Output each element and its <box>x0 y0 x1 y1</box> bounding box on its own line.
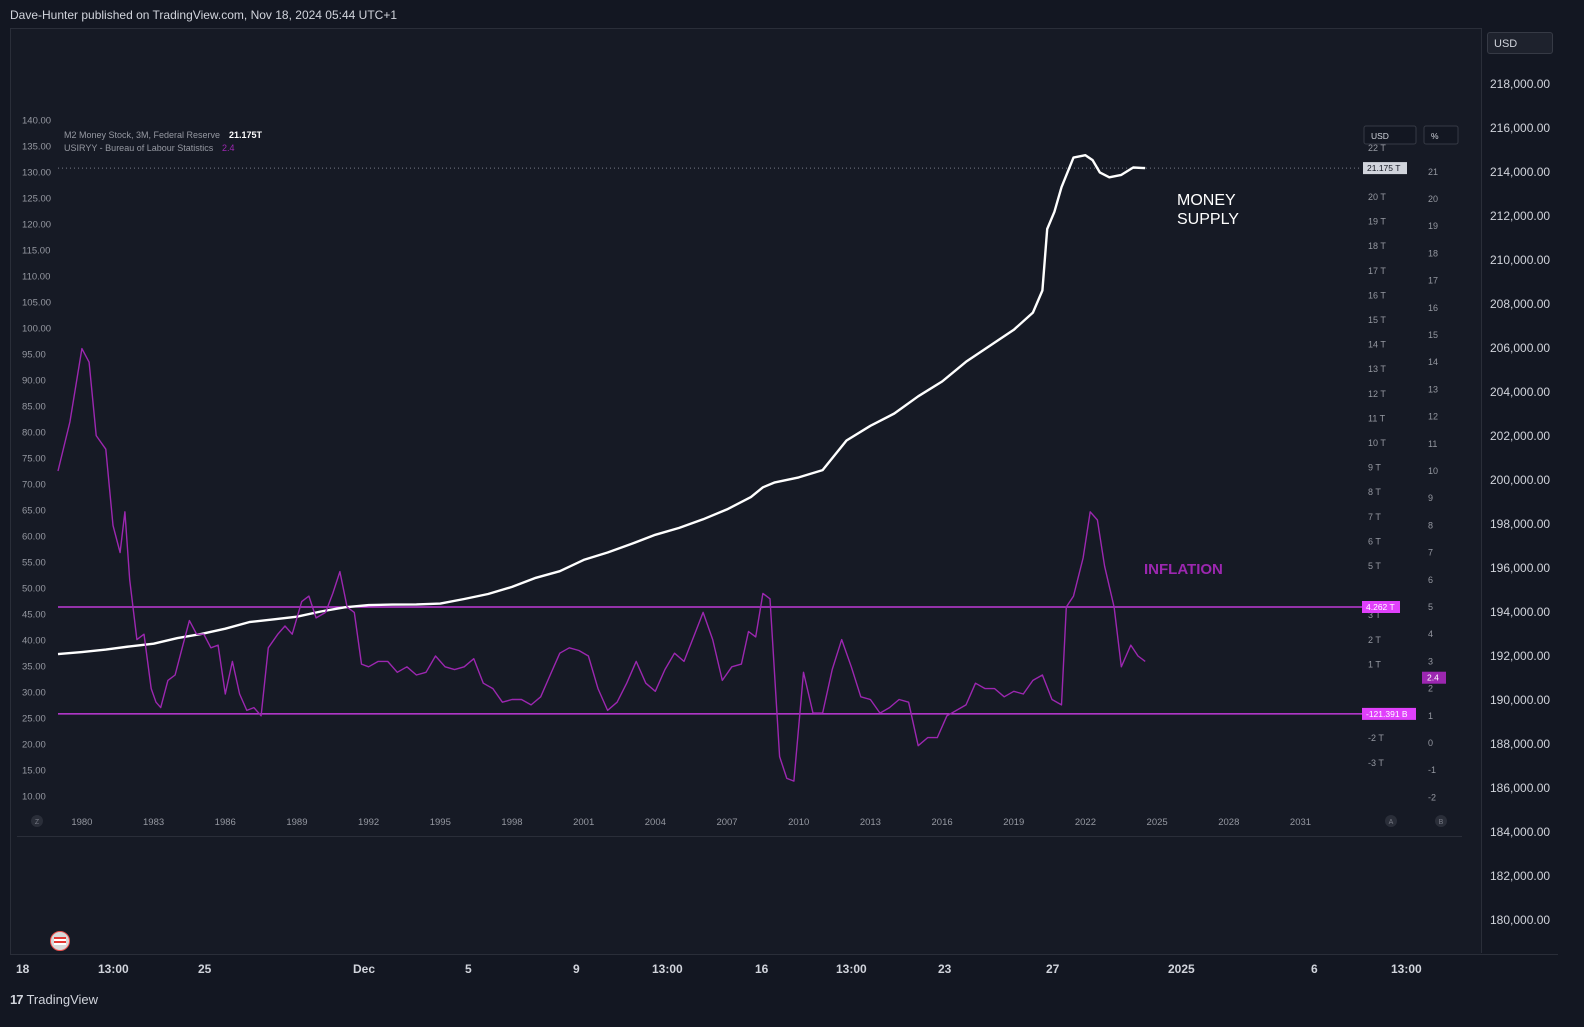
outer-price-label: 204,000.00 <box>1490 385 1551 399</box>
outer-time-tick: 27 <box>1046 962 1060 976</box>
outer-price-label: 180,000.00 <box>1490 913 1551 927</box>
outer-time-tick: 16 <box>755 962 769 976</box>
publisher-line: Dave-Hunter published on TradingView.com… <box>10 8 398 22</box>
outer-time-tick: 23 <box>938 962 952 976</box>
outer-price-label: 192,000.00 <box>1490 649 1551 663</box>
outer-time-tick: 2025 <box>1168 962 1195 976</box>
embedded-chart-image <box>17 121 1462 831</box>
outer-price-label: 188,000.00 <box>1490 737 1551 751</box>
outer-time-tick: 13:00 <box>98 962 129 976</box>
brand-name: TradingView <box>26 992 99 1007</box>
outer-price-label: 208,000.00 <box>1490 297 1551 311</box>
outer-time-tick: 6 <box>1311 962 1318 976</box>
outer-time-axis[interactable]: 18 13:00 25 Dec 5 9 13:00 16 13:00 23 27 2025 6 13:00 <box>10 954 1558 982</box>
outer-price-label: 218,000.00 <box>1490 77 1551 91</box>
outer-price-label: 182,000.00 <box>1490 869 1551 883</box>
outer-price-label: 214,000.00 <box>1490 165 1551 179</box>
footer: 17 TradingView <box>0 982 1584 1027</box>
publisher-bar: Dave-Hunter published on TradingView.com… <box>0 0 1584 28</box>
outer-price-label: 216,000.00 <box>1490 121 1551 135</box>
tradingview-logo-icon: 17 <box>10 992 24 1007</box>
outer-time-tick: Dec <box>353 962 376 976</box>
outer-time-tick: 13:00 <box>1391 962 1422 976</box>
outer-price-label: 190,000.00 <box>1490 693 1551 707</box>
tradingview-brand[interactable]: 17 TradingView <box>10 992 98 1007</box>
currency-button[interactable]: USD <box>1487 32 1553 54</box>
outer-price-label: 200,000.00 <box>1490 473 1551 487</box>
outer-time-tick: 9 <box>573 962 580 976</box>
outer-price-label: 198,000.00 <box>1490 517 1551 531</box>
outer-time-tick: 13:00 <box>652 962 683 976</box>
outer-time-tick: 5 <box>465 962 472 976</box>
outer-price-label: 194,000.00 <box>1490 605 1551 619</box>
outer-price-label: 206,000.00 <box>1490 341 1551 355</box>
outer-price-label: 202,000.00 <box>1490 429 1551 443</box>
outer-price-label: 212,000.00 <box>1490 209 1551 223</box>
outer-price-label: 196,000.00 <box>1490 561 1551 575</box>
us-flag-icon[interactable] <box>50 931 70 951</box>
outer-price-label: 210,000.00 <box>1490 253 1551 267</box>
lower-pane <box>17 836 1462 953</box>
outer-time-tick: 13:00 <box>836 962 867 976</box>
outer-price-label: 184,000.00 <box>1490 825 1551 839</box>
outer-price-label: 186,000.00 <box>1490 781 1551 795</box>
outer-time-tick: 18 <box>16 962 30 976</box>
outer-time-tick: 25 <box>198 962 212 976</box>
